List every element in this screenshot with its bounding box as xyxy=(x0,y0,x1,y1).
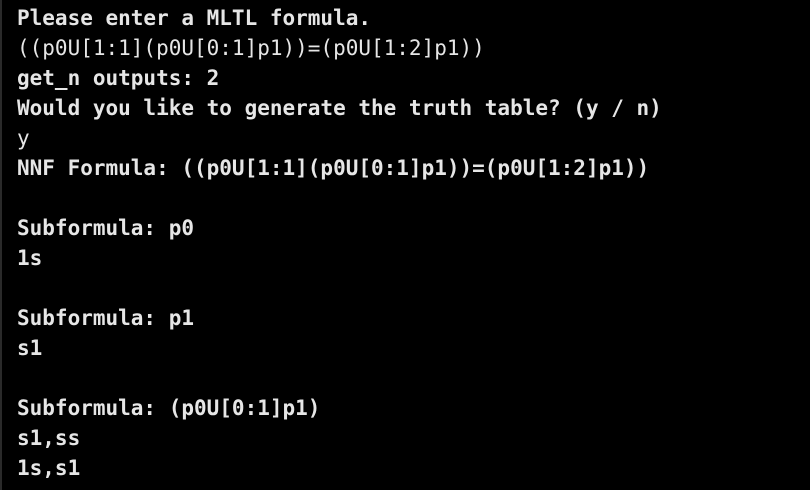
terminal-line-truth-question: Would you like to generate the truth tab… xyxy=(17,96,662,120)
terminal-line-result: s1 xyxy=(17,336,43,360)
terminal-line-get-n: get_n outputs: 2 xyxy=(17,66,220,90)
terminal-line-formula-input: ((p0U[1:1](p0U[0:1]p1))=(p0U[1:2]p1)) xyxy=(17,36,485,60)
terminal-line-result: s1,ss xyxy=(17,426,81,450)
terminal-line-subformula-until: Subformula: (p0U[0:1]p1) xyxy=(17,396,321,420)
terminal-line-user-answer: y xyxy=(17,126,30,150)
terminal-line-result: 1s,s1 xyxy=(17,456,81,480)
terminal-line-result: 1s xyxy=(17,246,43,270)
terminal-line-prompt: Please enter a MLTL formula. xyxy=(17,6,372,30)
terminal-line-subformula-p1: Subformula: p1 xyxy=(17,306,195,330)
terminal-line-subformula-p0: Subformula: p0 xyxy=(17,216,195,240)
terminal-line-nnf-formula: NNF Formula: ((p0U[1:1](p0U[0:1]p1))=(p0… xyxy=(17,156,650,180)
terminal-output[interactable]: Please enter a MLTL formula. ((p0U[1:1](… xyxy=(0,0,810,490)
